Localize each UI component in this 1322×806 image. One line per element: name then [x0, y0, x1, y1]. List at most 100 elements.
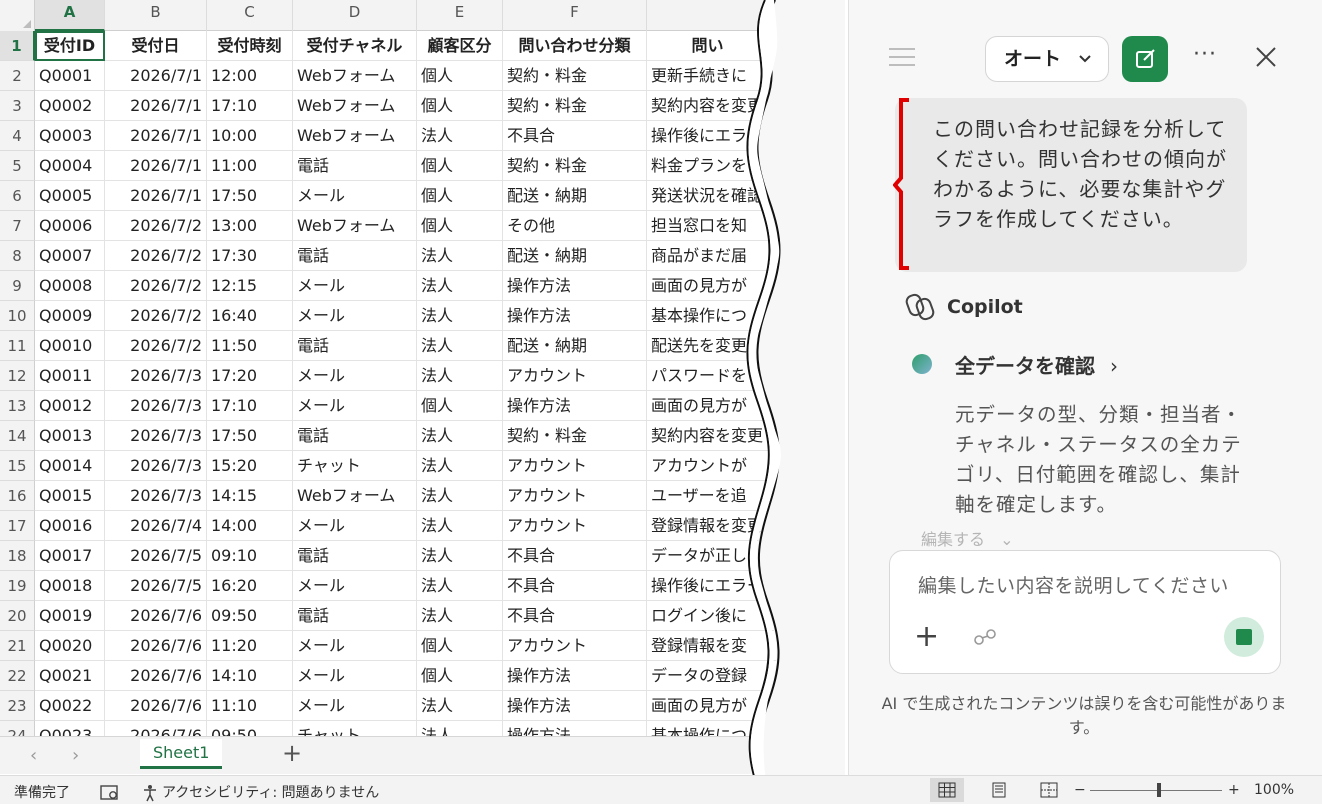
cell[interactable]: Q0020 [35, 631, 105, 661]
cell[interactable]: Q0009 [35, 301, 105, 331]
add-attachment-button[interactable]: + [914, 619, 939, 654]
new-chat-button[interactable] [1122, 36, 1168, 82]
cell[interactable]: 電話 [293, 421, 417, 451]
cell[interactable]: チャット [293, 721, 417, 736]
stop-generating-button[interactable] [1224, 617, 1264, 657]
row-header[interactable]: 15 [0, 451, 35, 481]
cell[interactable]: 2026/7/3 [105, 361, 207, 391]
cell[interactable]: 配送・納期 [503, 241, 647, 271]
cell[interactable]: 電話 [293, 241, 417, 271]
cell[interactable]: 2026/7/6 [105, 661, 207, 691]
row-header[interactable]: 22 [0, 661, 35, 691]
cell[interactable]: Q0015 [35, 481, 105, 511]
step-title-button[interactable]: 全データを確認 › [955, 350, 1118, 379]
cell[interactable]: 法人 [417, 361, 503, 391]
cell[interactable]: 法人 [417, 721, 503, 736]
cell[interactable]: メール [293, 631, 417, 661]
cell[interactable]: 2026/7/3 [105, 421, 207, 451]
cell[interactable]: 法人 [417, 331, 503, 361]
row-header[interactable]: 16 [0, 481, 35, 511]
cell[interactable]: Q0019 [35, 601, 105, 631]
row-header[interactable]: 19 [0, 571, 35, 601]
more-options-button[interactable]: ··· [1193, 42, 1217, 67]
cell[interactable]: 12:15 [207, 271, 293, 301]
cell[interactable]: 2026/7/2 [105, 331, 207, 361]
cell[interactable]: 契約・料金 [503, 151, 647, 181]
cell[interactable]: Q0001 [35, 61, 105, 91]
cell[interactable]: 14:00 [207, 511, 293, 541]
link-icon[interactable] [972, 627, 998, 647]
cell[interactable]: 11:10 [207, 691, 293, 721]
cell[interactable]: 16:40 [207, 301, 293, 331]
cell[interactable]: 不具合 [503, 121, 647, 151]
cell[interactable]: 12:00 [207, 61, 293, 91]
cell[interactable]: 法人 [417, 541, 503, 571]
cell[interactable]: 電話 [293, 541, 417, 571]
cell[interactable]: Q0023 [35, 721, 105, 736]
cell[interactable]: 操作方法 [503, 691, 647, 721]
cell[interactable]: 法人 [417, 571, 503, 601]
cell[interactable]: 2026/7/1 [105, 61, 207, 91]
cell[interactable]: メール [293, 181, 417, 211]
cell[interactable]: 2026/7/3 [105, 451, 207, 481]
cell[interactable]: 電話 [293, 331, 417, 361]
cell[interactable]: Webフォーム [293, 121, 417, 151]
cell[interactable]: 2026/7/6 [105, 691, 207, 721]
cell[interactable]: 11:50 [207, 331, 293, 361]
cell[interactable]: 2026/7/4 [105, 511, 207, 541]
cell[interactable]: Q0013 [35, 421, 105, 451]
row-header[interactable]: 20 [0, 601, 35, 631]
macro-record-icon[interactable] [100, 780, 120, 806]
cell[interactable]: 受付日 [105, 31, 207, 61]
cell[interactable]: 09:50 [207, 721, 293, 736]
cell[interactable]: メール [293, 511, 417, 541]
cell[interactable]: 不具合 [503, 571, 647, 601]
cell[interactable]: メール [293, 391, 417, 421]
row-header[interactable]: 18 [0, 541, 35, 571]
column-header[interactable]: D [293, 0, 417, 31]
cell[interactable]: Q0004 [35, 151, 105, 181]
cell[interactable]: 2026/7/2 [105, 301, 207, 331]
cell[interactable]: 13:00 [207, 211, 293, 241]
cell[interactable]: 11:20 [207, 631, 293, 661]
cell[interactable]: 法人 [417, 601, 503, 631]
cell[interactable]: 操作方法 [503, 391, 647, 421]
row-header[interactable]: 4 [0, 121, 35, 151]
sheet-tab[interactable]: Sheet1 [140, 739, 223, 769]
close-button[interactable] [1255, 46, 1277, 72]
cell[interactable]: 法人 [417, 451, 503, 481]
cell[interactable]: 不具合 [503, 541, 647, 571]
cell[interactable]: Q0007 [35, 241, 105, 271]
cell[interactable]: Q0011 [35, 361, 105, 391]
cell[interactable]: Webフォーム [293, 91, 417, 121]
cell[interactable]: 受付ID [35, 31, 105, 61]
cell[interactable]: 操作方法 [503, 301, 647, 331]
cell[interactable]: アカウント [503, 481, 647, 511]
mode-dropdown[interactable]: オート [985, 36, 1109, 82]
row-header[interactable]: 10 [0, 301, 35, 331]
column-header[interactable]: A [35, 0, 105, 31]
zoom-in-button[interactable]: + [1228, 782, 1240, 798]
cell[interactable]: 2026/7/2 [105, 241, 207, 271]
cell[interactable]: 17:20 [207, 361, 293, 391]
row-header[interactable]: 21 [0, 631, 35, 661]
row-header[interactable]: 12 [0, 361, 35, 391]
row-header[interactable]: 8 [0, 241, 35, 271]
cell[interactable]: チャット [293, 451, 417, 481]
cell[interactable]: 法人 [417, 421, 503, 451]
cell[interactable]: 09:10 [207, 541, 293, 571]
prev-sheet-icon[interactable]: ‹ [30, 745, 37, 766]
cell[interactable]: 17:50 [207, 421, 293, 451]
cell[interactable]: 2026/7/3 [105, 391, 207, 421]
cell[interactable]: アカウント [503, 631, 647, 661]
cell[interactable]: その他 [503, 211, 647, 241]
cell[interactable]: Q0018 [35, 571, 105, 601]
zoom-out-button[interactable]: − [1074, 782, 1086, 798]
row-header[interactable]: 1 [0, 31, 35, 61]
cell[interactable]: 2026/7/1 [105, 181, 207, 211]
cell[interactable]: Q0005 [35, 181, 105, 211]
cell[interactable]: 法人 [417, 241, 503, 271]
cell[interactable]: 17:10 [207, 391, 293, 421]
cell[interactable]: 15:20 [207, 451, 293, 481]
row-header[interactable]: 14 [0, 421, 35, 451]
